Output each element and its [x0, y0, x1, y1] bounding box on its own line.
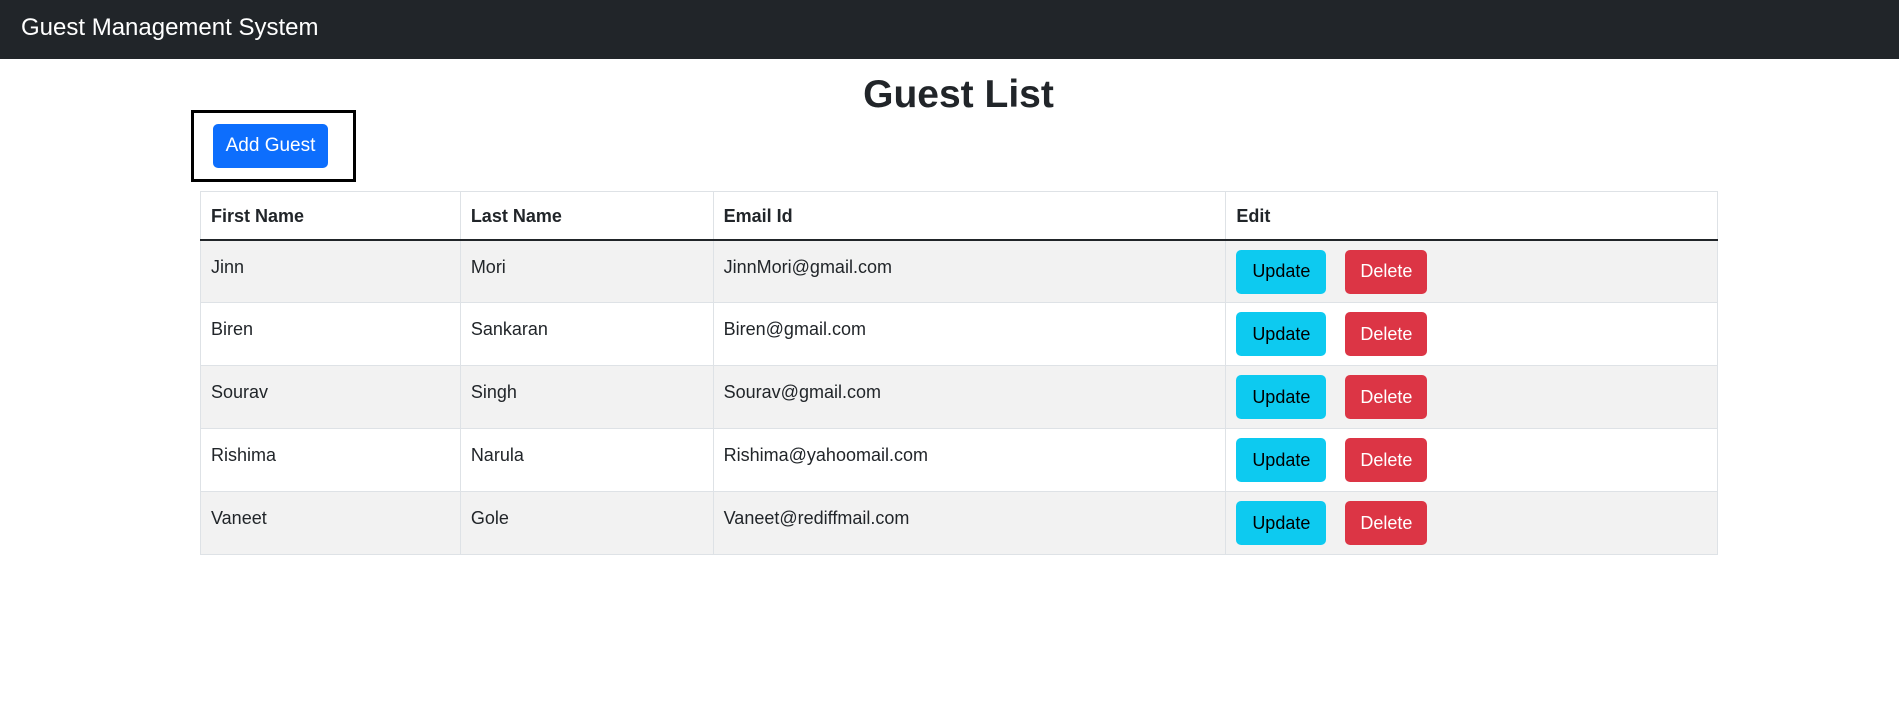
navbar-brand[interactable]: Guest Management System — [21, 14, 318, 42]
table-row: Vaneet Gole Vaneet@rediffmail.com Update… — [200, 491, 1718, 555]
delete-button[interactable]: Delete — [1345, 375, 1428, 419]
delete-button[interactable]: Delete — [1345, 501, 1428, 545]
delete-button[interactable]: Delete — [1345, 438, 1428, 482]
table-body: Jinn Mori JinnMori@gmail.com Update Delet… — [200, 239, 1718, 555]
cell-edit: Update Delete — [1225, 365, 1718, 429]
table-row: Sourav Singh Sourav@gmail.com Update Dele… — [200, 365, 1718, 429]
cell-edit: Update Delete — [1225, 491, 1718, 555]
cell-email: Rishima@yahoomail.com — [712, 428, 1227, 492]
cell-last-name: Narula — [459, 428, 714, 492]
cell-email: Biren@gmail.com — [712, 302, 1227, 366]
cell-last-name: Singh — [459, 365, 714, 429]
header-last-name: Last Name — [459, 191, 714, 241]
cell-last-name: Sankaran — [459, 302, 714, 366]
cell-first-name: Rishima — [200, 428, 461, 492]
header-email-id: Email Id — [712, 191, 1227, 241]
delete-button[interactable]: Delete — [1345, 312, 1428, 356]
add-guest-button[interactable]: Add Guest — [213, 124, 328, 168]
cell-edit: Update Delete — [1225, 428, 1718, 492]
cell-first-name: Vaneet — [200, 491, 461, 555]
update-button[interactable]: Update — [1236, 312, 1327, 356]
cell-last-name: Gole — [459, 491, 714, 555]
header-edit: Edit — [1225, 191, 1718, 241]
cell-first-name: Jinn — [200, 239, 461, 303]
update-button[interactable]: Update — [1236, 249, 1327, 294]
guest-table: First Name Last Name Email Id Edit Jinn … — [200, 191, 1718, 555]
cell-last-name: Mori — [459, 239, 714, 303]
update-button[interactable]: Update — [1236, 438, 1327, 482]
table-header: First Name Last Name Email Id Edit — [200, 191, 1718, 241]
cell-email: Vaneet@rediffmail.com — [712, 491, 1227, 555]
table-header-row: First Name Last Name Email Id Edit — [200, 191, 1718, 241]
cell-email: JinnMori@gmail.com — [712, 239, 1227, 303]
delete-button[interactable]: Delete — [1345, 249, 1428, 294]
navbar: Guest Management System — [0, 0, 1899, 59]
cell-edit: Update Delete — [1225, 302, 1718, 366]
cell-edit: Update Delete — [1225, 239, 1718, 303]
cell-first-name: Biren — [200, 302, 461, 366]
cell-email: Sourav@gmail.com — [712, 365, 1227, 429]
update-button[interactable]: Update — [1236, 375, 1327, 419]
table-row: Biren Sankaran Biren@gmail.com Update Del… — [200, 302, 1718, 366]
header-first-name: First Name — [200, 191, 461, 241]
cell-first-name: Sourav — [200, 365, 461, 429]
table-row: Rishima Narula Rishima@yahoomail.com Upd… — [200, 428, 1718, 492]
update-button[interactable]: Update — [1236, 501, 1327, 545]
table-row: Jinn Mori JinnMori@gmail.com Update Delet… — [200, 239, 1718, 303]
